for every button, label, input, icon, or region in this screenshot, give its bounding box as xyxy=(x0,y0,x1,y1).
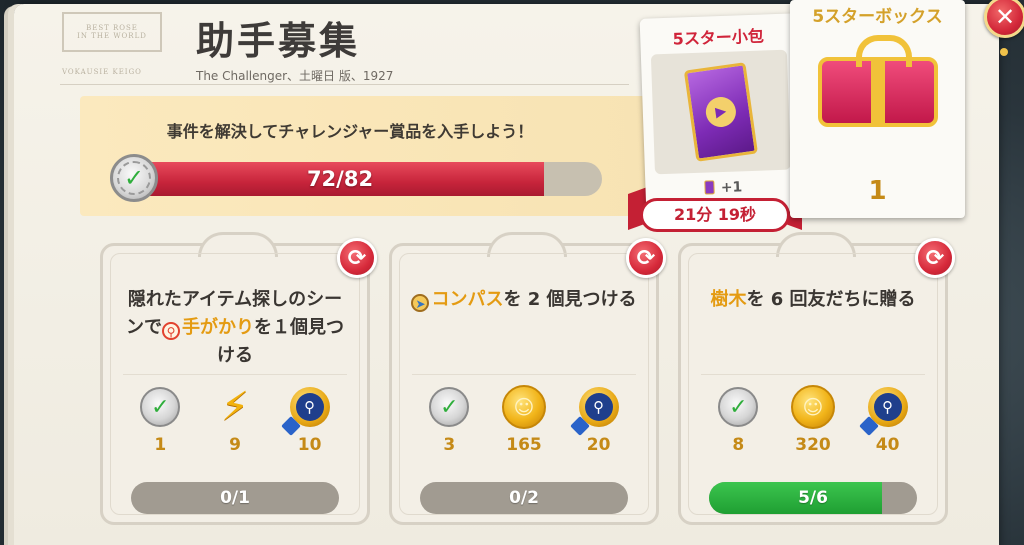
reward-item: ✓ 3 xyxy=(414,375,484,455)
reward-item: ✓ 8 xyxy=(703,375,773,455)
reward-item: ⚲ 40 xyxy=(853,375,923,455)
reward-item: ⚡ 9 xyxy=(200,375,270,455)
coin-icon: ☺ xyxy=(501,385,546,429)
challenge-banner xyxy=(80,96,648,216)
challenge-banner-text: 事件を解決してチャレンジャー賞品を入手しよう！ xyxy=(166,122,534,141)
masthead-sub-stamp: VOKAUSIE KEIGO xyxy=(62,68,142,76)
gift-chest-icon xyxy=(817,35,938,127)
check-badge-icon: ✓ xyxy=(110,154,158,202)
quest-progress-label: 5/6 xyxy=(798,488,828,508)
reward-value: 165 xyxy=(506,435,542,455)
magnifier-medal-icon: ⚲ xyxy=(578,387,619,427)
pack-bonus-label: +1 xyxy=(720,179,743,197)
reward-value: 9 xyxy=(229,435,241,455)
challenge-progress-label: 72/82 xyxy=(306,167,374,191)
quest-card-3: ⟳ 樹木を 6 回友だちに贈る ✓ 8 ☺ 320 ⚲ 40 5/6 xyxy=(678,232,955,525)
quest-progress-bar: 5/6 xyxy=(709,482,917,514)
pack-timer: 21分 19秒 xyxy=(640,198,790,232)
compass-icon: ➤ xyxy=(411,294,430,312)
quest-highlight: コンパス xyxy=(431,289,504,310)
quest-progress-label: 0/2 xyxy=(509,488,539,508)
box-image xyxy=(802,32,953,152)
refresh-icon: ⟳ xyxy=(925,245,945,271)
five-star-box-card[interactable]: 5スターボックス 1 xyxy=(790,0,965,218)
pack-image: ▶ xyxy=(650,49,791,175)
mini-card-icon xyxy=(704,180,716,195)
refresh-button[interactable]: ⟳ xyxy=(337,238,377,278)
pack-title: 5スター小包 xyxy=(672,26,765,49)
lightning-icon: ⚡ xyxy=(220,384,250,430)
reward-item: ⚲ 10 xyxy=(275,375,345,455)
five-star-pack-card[interactable]: 5スター小包 ▶ +1 xyxy=(639,13,803,217)
box-count: 1 xyxy=(868,176,887,206)
quest-text-after: を 2 個見つける xyxy=(503,289,637,310)
pack-bonus: +1 xyxy=(645,177,801,198)
quest-highlight: 樹木 xyxy=(710,289,747,310)
newspaper-masthead-stamp: BEST ROSE IN THE WORLD xyxy=(62,12,162,52)
reward-item: ☺ 165 xyxy=(489,375,559,455)
quest-highlight: 手がかり xyxy=(182,317,254,338)
reward-list: ✓ 1 ⚡ 9 ⚲ 10 xyxy=(123,374,347,464)
card-pack-icon: ▶ xyxy=(683,62,758,162)
magnifier-icon: ⚲ xyxy=(162,322,180,340)
reward-item: ⚲ 20 xyxy=(564,375,634,455)
reward-value: 40 xyxy=(875,435,900,455)
quest-text-after: を 6 回友だちに贈る xyxy=(746,289,916,310)
reward-list: ✓ 3 ☺ 165 ⚲ 20 xyxy=(412,374,636,464)
box-title: 5スターボックス xyxy=(812,7,943,27)
page-subtitle: The Challenger、土曜日 版、1927 xyxy=(196,69,394,83)
reward-value: 1 xyxy=(154,435,167,455)
quest-progress-bar: 0/1 xyxy=(131,482,339,514)
sparkle-dot xyxy=(1000,48,1008,56)
magnifier-medal-icon: ⚲ xyxy=(867,387,908,427)
reward-item: ☺ 320 xyxy=(778,375,848,455)
refresh-icon: ⟳ xyxy=(347,245,367,271)
reward-value: 8 xyxy=(732,435,745,455)
close-button[interactable]: ✕ xyxy=(984,0,1024,38)
page-title: 助手募集 xyxy=(196,19,361,63)
reward-value: 10 xyxy=(297,435,322,455)
quest-card-1: ⟳ 隠れたアイテム探しのシーンで ⚲ 手がかりを１個見つける ✓ 1 ⚡ 9 ⚲ 1… xyxy=(100,232,377,525)
quest-progress-label: 0/1 xyxy=(220,488,250,508)
quest-text: 樹木を 6 回友だちに贈る xyxy=(699,286,927,314)
reward-value: 20 xyxy=(586,435,611,455)
challenge-progress-bar: 72/82 xyxy=(128,162,602,196)
quest-card-2: ⟳ ➤ コンパスを 2 個見つける ✓ 3 ☺ 165 ⚲ 20 0/2 xyxy=(389,232,666,525)
quest-text: 隠れたアイテム探しのシーンで ⚲ 手がかりを１個見つける xyxy=(121,286,349,370)
refresh-icon: ⟳ xyxy=(636,245,656,271)
check-badge-icon: ✓ xyxy=(718,387,759,427)
reward-value: 3 xyxy=(443,435,456,455)
close-icon: ✕ xyxy=(994,3,1016,31)
check-badge-icon: ✓ xyxy=(140,387,181,427)
quest-text: ➤ コンパスを 2 個見つける xyxy=(410,286,638,314)
check-badge-icon: ✓ xyxy=(429,387,470,427)
reward-item: ✓ 1 xyxy=(125,375,195,455)
divider xyxy=(60,84,629,85)
quest-progress-bar: 0/2 xyxy=(420,482,628,514)
coin-icon: ☺ xyxy=(790,385,835,429)
reward-list: ✓ 8 ☺ 320 ⚲ 40 xyxy=(701,374,925,464)
refresh-button[interactable]: ⟳ xyxy=(915,238,955,278)
refresh-button[interactable]: ⟳ xyxy=(626,238,666,278)
magnifier-medal-icon: ⚲ xyxy=(289,387,330,427)
reward-value: 320 xyxy=(795,435,831,455)
